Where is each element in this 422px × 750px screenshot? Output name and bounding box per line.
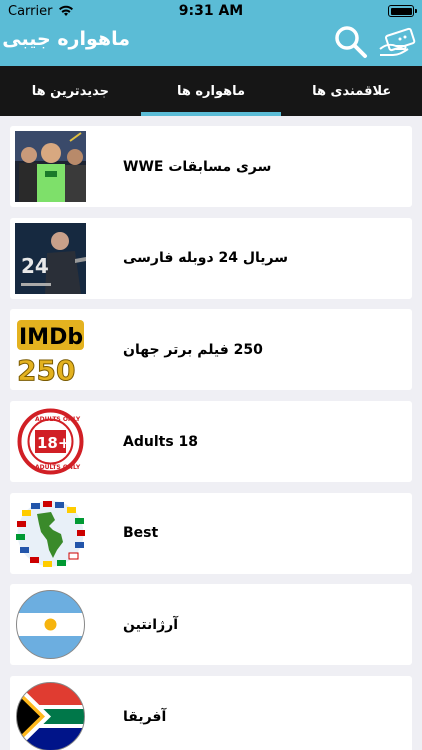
nav-title: ماهواره جیبی: [2, 28, 130, 50]
item-label: Best: [123, 525, 159, 542]
status-time: 9:31 AM: [178, 3, 244, 19]
list-item[interactable]: آرژانتین: [10, 584, 412, 666]
24-series-thumbnail: 24: [15, 222, 86, 294]
americas-flags-globe: [15, 497, 86, 569]
list-item[interactable]: Best: [10, 492, 412, 574]
list-item[interactable]: سری مسابقات WWE: [10, 126, 412, 207]
18-plus-badge: 18+ ADULTS ONLY ADULTS ONLY: [15, 406, 86, 478]
svg-text:24: 24: [21, 254, 49, 278]
item-label: 250 فیلم برتر جهان: [123, 341, 263, 358]
tab-bar: جدیدترین ها ماهواره ها علاقمندی ها: [0, 66, 422, 116]
south-africa-flag: [15, 681, 86, 750]
svg-text:IMDb: IMDb: [19, 325, 83, 350]
argentina-flag: [15, 589, 86, 661]
tab-favorites[interactable]: علاقمندی ها: [281, 66, 422, 116]
nav-bar: ماهواره جیبی: [0, 22, 422, 66]
remote-icon[interactable]: [378, 27, 416, 57]
list-item[interactable]: آفریقا: [10, 676, 412, 750]
item-label: سری مسابقات WWE: [123, 158, 272, 175]
svg-text:ADULTS ONLY: ADULTS ONLY: [35, 416, 81, 423]
tab-newest[interactable]: جدیدترین ها: [0, 66, 141, 116]
battery-icon: [388, 5, 417, 17]
item-label: آفریقا: [123, 708, 167, 725]
svg-text:ADULTS ONLY: ADULTS ONLY: [35, 464, 81, 471]
svg-text:18+: 18+: [37, 434, 70, 452]
list-item[interactable]: IMDb 250 250 فیلم برتر جهان: [10, 309, 412, 391]
item-label: Adults 18: [123, 433, 199, 450]
status-bar: Carrier 9:31 AM: [0, 0, 422, 22]
nav-icons: [334, 25, 416, 59]
search-icon[interactable]: [334, 25, 368, 59]
item-label: سریال 24 دوبله فارسی: [123, 250, 289, 267]
wwe-thumbnail: [15, 131, 86, 202]
svg-text:250: 250: [17, 354, 75, 385]
list-item[interactable]: 24 سریال 24 دوبله فارسی: [10, 217, 412, 299]
imdb-250-thumbnail: IMDb 250: [15, 314, 86, 386]
item-label: آرژانتین: [123, 616, 179, 633]
tab-satellites[interactable]: ماهواره ها: [140, 66, 282, 116]
channel-list: سری مسابقات WWE 24 سریال 24 دوبله فارسی …: [10, 126, 412, 750]
list-item[interactable]: 18+ ADULTS ONLY ADULTS ONLY Adults 18: [10, 401, 412, 483]
